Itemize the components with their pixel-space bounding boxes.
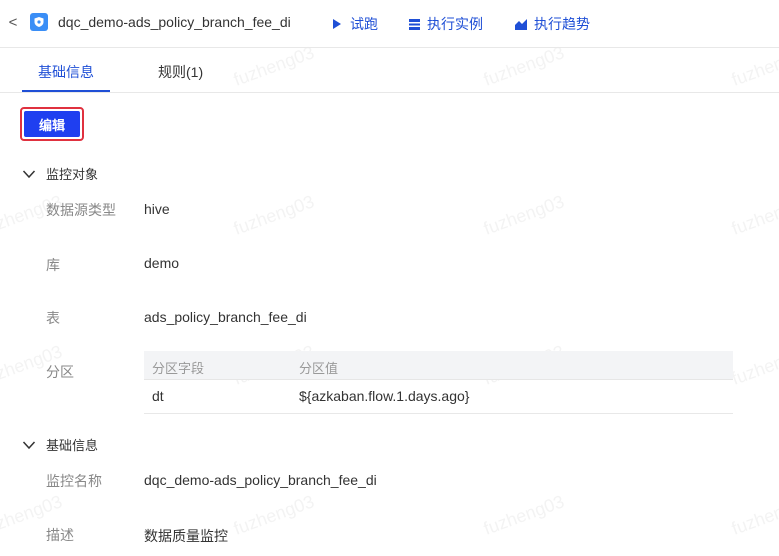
watermark: fuzheng03	[480, 491, 567, 539]
partition-table-header: 分区字段 分区值	[144, 351, 733, 380]
back-button[interactable]: <	[6, 13, 20, 33]
watermark: fuzheng03	[480, 191, 567, 239]
field-label-partition: 分区	[46, 364, 74, 380]
execution-instances-button[interactable]: 执行实例	[407, 14, 483, 34]
trend-chart-icon	[514, 17, 528, 31]
tab-rules[interactable]: 规则(1)	[158, 62, 203, 82]
chevron-down-icon	[22, 167, 36, 181]
column-header-partition-value: 分区值	[299, 361, 339, 376]
field-value-database: demo	[144, 255, 180, 271]
section-basic-info[interactable]: 基础信息	[22, 435, 98, 454]
watermark: fuzheng03	[728, 491, 779, 539]
execution-trend-button[interactable]: 执行趋势	[514, 14, 590, 34]
watermark: fuzheng03	[230, 491, 317, 539]
watermark: fuzheng03	[728, 341, 779, 389]
section-title: 基础信息	[46, 438, 99, 453]
field-label-datasource-type: 数据源类型	[46, 202, 116, 218]
section-monitor-object[interactable]: 监控对象	[22, 164, 98, 183]
execution-trend-label: 执行趋势	[534, 16, 590, 32]
list-icon	[407, 17, 421, 31]
trial-run-button[interactable]: 试跑	[330, 14, 378, 34]
column-header-partition-field: 分区字段	[152, 361, 205, 376]
table-cell-partition-value: ${azkaban.flow.1.days.ago}	[299, 388, 470, 404]
chevron-left-icon: <	[8, 14, 18, 31]
field-label-table: 表	[46, 310, 60, 326]
field-label-description: 描述	[46, 527, 74, 543]
field-value-monitor-name: dqc_demo-ads_policy_branch_fee_di	[144, 472, 377, 488]
active-tab-indicator	[22, 90, 110, 92]
trial-run-label: 试跑	[350, 16, 378, 32]
edit-button[interactable]: 编辑	[24, 111, 80, 137]
watermark: fuzheng03	[230, 191, 317, 239]
section-title: 监控对象	[46, 167, 99, 182]
edit-button-highlight: 编辑	[20, 107, 84, 141]
field-value-table: ads_policy_branch_fee_di	[144, 309, 307, 325]
field-label-database: 库	[46, 257, 60, 273]
play-icon	[330, 17, 344, 31]
chevron-down-icon	[22, 438, 36, 452]
field-label-monitor-name: 监控名称	[46, 473, 102, 489]
execution-instances-label: 执行实例	[427, 16, 483, 32]
watermark: fuzheng03	[728, 191, 779, 239]
page-title: dqc_demo-ads_policy_branch_fee_di	[58, 14, 291, 30]
tab-bar: 基础信息 规则(1)	[0, 49, 779, 93]
table-cell-partition-field: dt	[152, 388, 164, 404]
shield-icon	[30, 13, 48, 31]
partition-table: 分区字段 分区值 dt ${azkaban.flow.1.days.ago}	[144, 351, 733, 414]
page-header: < dqc_demo-ads_policy_branch_fee_di 试跑 执…	[0, 0, 779, 48]
field-value-description: 数据质量监控	[144, 528, 228, 544]
field-value-datasource-type: hive	[144, 201, 170, 217]
tab-basic-info[interactable]: 基础信息	[38, 62, 94, 82]
